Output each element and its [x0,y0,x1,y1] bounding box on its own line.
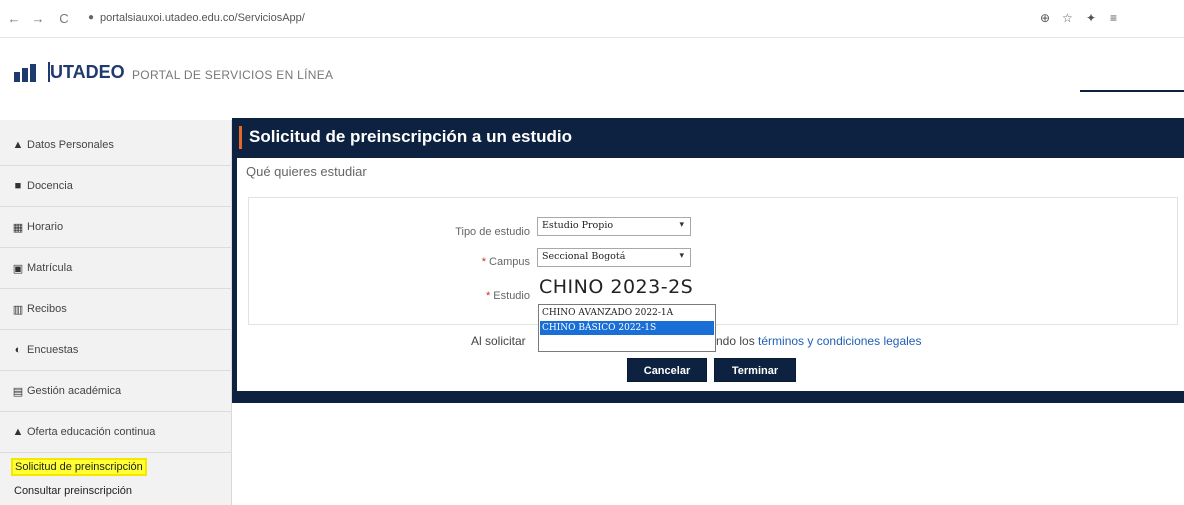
sidebar-item-label: Datos Personales [27,139,114,151]
sidebar-item-gestion-academica[interactable]: ▤ Gestión académica [0,371,232,412]
sidebar-item-label: Recibos [27,303,67,315]
utadeo-logo-icon[interactable] [14,64,44,82]
extension-icon[interactable]: ⊕ [1040,11,1050,25]
id-card-icon: ▣ [12,262,24,275]
sidebar-item-encuestas[interactable]: ◐ Encuestas [0,330,232,371]
tipo-estudio-value: Estudio Propio [542,220,614,231]
required-mark: * [481,256,486,268]
sidebar-item-label: Gestión académica [27,385,122,397]
estudio-option-empty[interactable] [540,336,714,350]
graduation-cap-icon: ▲ [12,426,24,438]
sidebar-item-horario[interactable]: ▦ Horario [0,207,232,248]
sidebar-item-recibos[interactable]: ▥ Recibos [0,289,232,330]
campus-label-text: Campus [489,256,530,268]
sidebar-item-datos-personales[interactable]: ▲ Datos Personales [0,125,232,166]
browser-toolbar: ← → C ● portalsiauxoi.utadeo.edu.co/Serv… [0,0,1184,38]
section-title: Qué quieres estudiar [246,164,367,179]
barcode-icon: ▥ [12,303,24,316]
page-title: Solicitud de preinscripción a un estudio [249,127,573,146]
sidebar-item-docencia[interactable]: ■ Docencia [0,166,232,207]
estudio-select[interactable]: CHINO 2023-2S [539,276,693,298]
book-icon: ■ [14,180,22,192]
terms-link[interactable]: términos y condiciones legales [758,334,921,348]
campus-value: Seccional Bogotá [542,251,626,262]
cancel-button[interactable]: Cancelar [627,358,707,382]
bookmark-star-icon[interactable]: ☆ [1062,11,1073,25]
sidebar-item-label: Oferta educación continua [27,426,156,438]
title-accent [239,126,242,149]
reload-icon[interactable]: C [56,11,72,27]
sidebar: ▲ Datos Personales ■ Docencia ▦ Horario … [0,120,232,505]
logo-text[interactable]: UTADEO [50,62,125,83]
estudio-label: * Estudio [420,290,530,302]
clipboard-icon: ▤ [12,385,24,398]
estudio-label-text: Estudio [493,290,530,302]
portal-title: PORTAL DE SERVICIOS EN LÍNEA [132,68,334,82]
legal-text-middle: ndo los [716,334,755,348]
legal-text-prefix: Al solicitar [471,334,526,348]
estudio-option[interactable]: CHINO AVANZADO 2022-1A [540,306,714,320]
legal-text: ndo los términos y condiciones legales [716,334,921,348]
finish-button[interactable]: Terminar [714,358,796,382]
sidebar-item-oferta-educacion[interactable]: ▲ Oferta educación continua [0,412,232,453]
person-icon: ▲ [12,139,24,151]
sidebar-subitem-solicitud-preinscripcion[interactable]: Solicitud de preinscripción [11,458,147,476]
sidebar-item-label: Docencia [27,180,73,192]
address-bar[interactable]: portalsiauxoi.utadeo.edu.co/ServiciosApp… [100,12,305,24]
sidebar-item-label: Horario [27,221,64,233]
menu-icon[interactable]: ≡ [1110,11,1117,25]
tipo-estudio-label: Tipo de estudio [455,226,530,238]
forward-icon[interactable]: → [30,11,46,27]
chevron-down-icon: ▾ [679,251,684,261]
chevron-down-icon: ▾ [679,220,684,230]
sidebar-item-matricula[interactable]: ▣ Matrícula [0,248,232,289]
sidebar-subitem-consultar-preinscripcion[interactable]: Consultar preinscripción [14,485,132,497]
header-divider [1080,90,1184,92]
campus-select[interactable]: Seccional Bogotá ▾ [537,248,691,267]
puzzle-icon[interactable]: ✦ [1086,11,1096,25]
estudio-option-selected[interactable]: CHINO BÁSICO 2022-1S [540,321,714,335]
pie-icon: ◐ [14,344,22,356]
campus-label: * Campus [420,256,530,268]
required-mark: * [485,290,491,302]
sidebar-item-label: Encuestas [27,344,79,356]
tipo-estudio-select[interactable]: Estudio Propio ▾ [537,217,691,236]
estudio-dropdown-list[interactable]: CHINO AVANZADO 2022-1A CHINO BÁSICO 2022… [538,304,716,352]
back-icon[interactable]: ← [6,11,22,27]
calendar-icon: ▦ [12,221,24,234]
lock-icon[interactable]: ● [88,12,94,23]
sidebar-item-label: Matrícula [27,262,73,274]
